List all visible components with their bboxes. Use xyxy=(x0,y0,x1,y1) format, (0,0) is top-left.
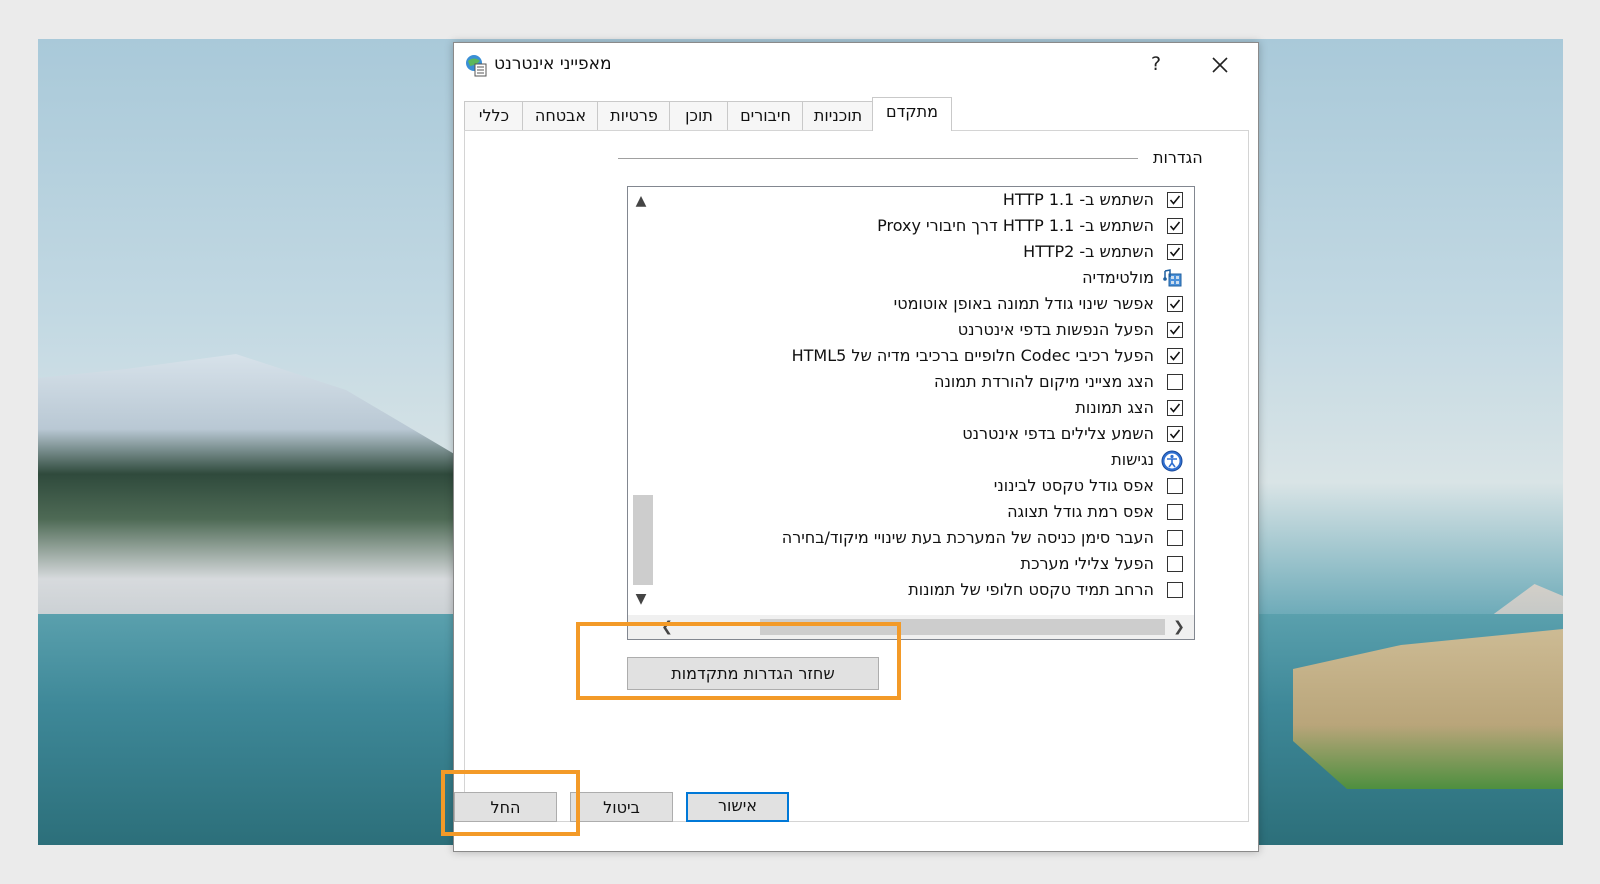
setting-item[interactable]: השתמש ב- HTTP 1.1 דרך חיבורי Proxy xyxy=(658,215,1188,239)
setting-label: הפעל רכיבי Codec חלופיים ברכיבי מדיה של … xyxy=(791,346,1154,365)
wallpaper-mountain xyxy=(38,354,478,654)
checkbox[interactable] xyxy=(1167,244,1183,260)
category-label: נגישות xyxy=(1111,450,1154,469)
setting-item[interactable]: הפעל הנפשות בדפי אינטרנט xyxy=(658,319,1188,343)
setting-label: העבר סימן כניסה של המערכת בעת שינויי מיק… xyxy=(781,528,1154,547)
group-divider xyxy=(618,158,1138,159)
setting-item[interactable]: הצג תמונות xyxy=(658,397,1188,421)
setting-item[interactable]: אפס גודל טקסט לבינוני xyxy=(658,475,1188,499)
scroll-right-icon[interactable]: ❯ xyxy=(1166,615,1192,639)
setting-label: השמע צלילים בדפי אינטרנט xyxy=(962,424,1154,443)
help-button[interactable]: ? xyxy=(1136,49,1176,79)
setting-category: מולטימדיה xyxy=(658,267,1188,291)
tab-security[interactable]: אבטחה xyxy=(522,101,599,130)
check-icon xyxy=(1169,247,1181,257)
tab-general[interactable]: כללי xyxy=(464,101,524,130)
category-label: מולטימדיה xyxy=(1082,268,1154,287)
tab-connections[interactable]: חיבורים xyxy=(727,101,804,130)
setting-item[interactable]: הצג מצייני מיקום להורדת תמונה xyxy=(658,371,1188,395)
setting-item[interactable]: השמע צלילים בדפי אינטרנט xyxy=(658,423,1188,447)
setting-label: הפעל צלילי מערכת xyxy=(1020,554,1154,573)
setting-item[interactable]: השתמש ב- HTTP2 xyxy=(658,241,1188,265)
scroll-down-icon[interactable]: ▼ xyxy=(628,589,654,609)
checkbox[interactable] xyxy=(1167,478,1183,494)
settings-tree[interactable]: ▲ ▼ השתמש ב- HTTP 1.1 השתמש ב- HTTP 1.1 … xyxy=(627,186,1195,640)
check-icon xyxy=(1169,351,1181,361)
close-button[interactable] xyxy=(1198,49,1242,79)
check-icon xyxy=(1169,195,1181,205)
ok-button[interactable]: אישור xyxy=(686,792,789,822)
internet-options-icon xyxy=(464,53,488,81)
accessibility-icon xyxy=(1161,450,1183,472)
setting-label: אפשר שינוי גודל תמונה באופן אוטומטי xyxy=(893,294,1154,313)
setting-label: השתמש ב- HTTP 1.1 xyxy=(1002,190,1154,209)
advanced-panel: הגדרות ▲ ▼ השתמש ב- HTTP 1.1 השתמש ב- HT… xyxy=(464,130,1249,822)
checkbox[interactable] xyxy=(1167,374,1183,390)
checkbox[interactable] xyxy=(1167,218,1183,234)
check-icon xyxy=(1169,325,1181,335)
setting-item[interactable]: העבר סימן כניסה של המערכת בעת שינויי מיק… xyxy=(658,527,1188,551)
settings-group-label: הגדרות xyxy=(1153,148,1203,167)
setting-item[interactable]: הפעל רכיבי Codec חלופיים ברכיבי מדיה של … xyxy=(658,345,1188,369)
title-bar[interactable]: מאפייני אינטרנט ? xyxy=(454,43,1258,85)
checkbox[interactable] xyxy=(1167,322,1183,338)
setting-label: אפס רמת גודל תצוגה xyxy=(1007,502,1154,521)
setting-item[interactable]: הפעל צלילי מערכת xyxy=(658,553,1188,577)
setting-label: השתמש ב- HTTP2 xyxy=(1023,242,1154,261)
setting-label: הצג תמונות xyxy=(1075,398,1154,417)
setting-label: השתמש ב- HTTP 1.1 דרך חיבורי Proxy xyxy=(877,216,1154,235)
check-icon xyxy=(1169,429,1181,439)
vertical-scrollbar[interactable]: ▲ ▼ xyxy=(628,187,654,615)
vertical-scroll-thumb[interactable] xyxy=(633,495,653,585)
checkbox[interactable] xyxy=(1167,426,1183,442)
setting-label: הצג מצייני מיקום להורדת תמונה xyxy=(934,372,1154,391)
checkbox[interactable] xyxy=(1167,582,1183,598)
tab-privacy[interactable]: פרטיות xyxy=(597,101,671,130)
checkbox[interactable] xyxy=(1167,348,1183,364)
highlight-apply-button xyxy=(441,770,580,836)
checkbox[interactable] xyxy=(1167,504,1183,520)
checkbox[interactable] xyxy=(1167,556,1183,572)
close-icon xyxy=(1212,56,1228,73)
multimedia-icon xyxy=(1163,268,1183,288)
tab-advanced[interactable]: מתקדם xyxy=(872,97,952,131)
checkbox[interactable] xyxy=(1167,400,1183,416)
tab-strip: כללי אבטחה פרטיות תוכן חיבורים תוכניות מ… xyxy=(464,97,1254,131)
checkbox[interactable] xyxy=(1167,296,1183,312)
tab-programs[interactable]: תוכניות xyxy=(802,101,874,130)
check-icon xyxy=(1169,403,1181,413)
setting-item[interactable]: השתמש ב- HTTP 1.1 xyxy=(658,189,1188,213)
setting-category: נגישות xyxy=(658,449,1188,473)
checkbox[interactable] xyxy=(1167,530,1183,546)
setting-item[interactable]: אפס רמת גודל תצוגה xyxy=(658,501,1188,525)
setting-item[interactable]: הרחב תמיד טקסט חלופי של תמונות xyxy=(658,579,1188,603)
window-title: מאפייני אינטרנט xyxy=(494,54,612,74)
checkbox[interactable] xyxy=(1167,192,1183,208)
check-icon xyxy=(1169,221,1181,231)
tab-content[interactable]: תוכן xyxy=(669,101,729,130)
setting-label: הרחב תמיד טקסט חלופי של תמונות xyxy=(908,580,1154,599)
scroll-up-icon[interactable]: ▲ xyxy=(628,191,654,211)
check-icon xyxy=(1169,299,1181,309)
setting-label: הפעל הנפשות בדפי אינטרנט xyxy=(957,320,1154,339)
cancel-button[interactable]: ביטול xyxy=(570,792,673,822)
setting-label: אפס גודל טקסט לבינוני xyxy=(993,476,1154,495)
highlight-restore-button xyxy=(576,622,901,700)
internet-options-dialog: מאפייני אינטרנט ? כללי אבטחה פרטיות תוכן… xyxy=(453,42,1259,852)
setting-item[interactable]: אפשר שינוי גודל תמונה באופן אוטומטי xyxy=(658,293,1188,317)
